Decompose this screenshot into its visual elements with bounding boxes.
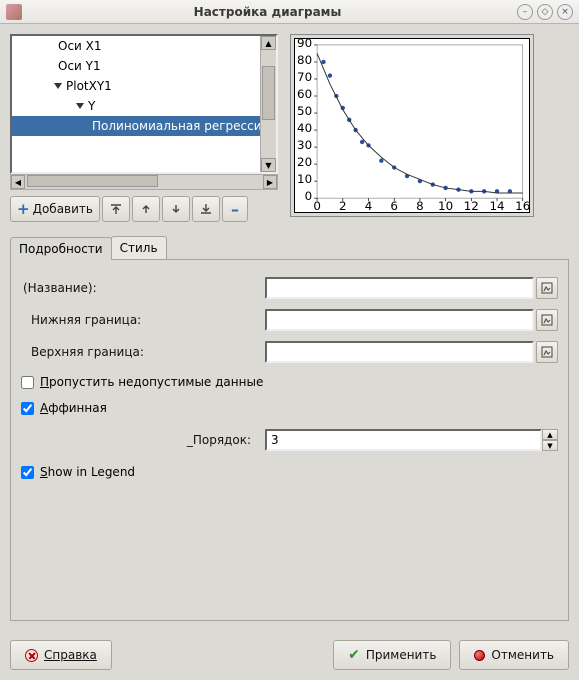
picker-icon (541, 346, 553, 358)
svg-text:6: 6 (390, 199, 398, 212)
tree-item[interactable]: Полиномиальная регрессия (12, 116, 260, 136)
arrow-up-icon (139, 202, 153, 216)
move-down-button[interactable] (162, 196, 190, 222)
tab-details[interactable]: Подробности (10, 237, 112, 260)
upper-picker-button[interactable] (536, 341, 558, 363)
upper-input[interactable] (265, 341, 534, 363)
svg-text:0: 0 (305, 189, 313, 203)
apply-button[interactable]: ✔ Применить (333, 640, 451, 670)
add-button-label: Добавить (33, 202, 93, 216)
tree-item-label: Оси X1 (58, 39, 102, 53)
app-icon (6, 4, 22, 20)
svg-text:0: 0 (313, 199, 321, 212)
order-value: 3 (271, 433, 279, 447)
tree-item-label: Y (88, 99, 95, 113)
arrow-top-icon (109, 202, 123, 216)
svg-text:10: 10 (438, 199, 453, 212)
scroll-down-icon[interactable]: ▼ (261, 158, 276, 172)
arrow-down-icon (169, 202, 183, 216)
tab-style[interactable]: Стиль (111, 236, 167, 259)
cancel-button[interactable]: Отменить (459, 640, 569, 670)
show-legend-label: Show in Legend (40, 465, 135, 479)
lower-input[interactable] (265, 309, 534, 331)
svg-text:60: 60 (297, 87, 312, 101)
picker-icon (541, 314, 553, 326)
lower-label: Нижняя граница: (21, 313, 265, 327)
chart-preview: 02468101214160102030405060708090 (290, 34, 534, 217)
cancel-button-label: Отменить (491, 648, 554, 662)
svg-text:30: 30 (297, 138, 312, 152)
minimize-icon[interactable]: – (517, 4, 533, 20)
tree-item[interactable]: Оси X1 (12, 36, 260, 56)
tree-item-label: Полиномиальная регрессия (92, 119, 260, 133)
svg-text:8: 8 (416, 199, 424, 212)
tree-item-label: Оси Y1 (58, 59, 101, 73)
upper-label: Верхняя граница: (21, 345, 265, 359)
skip-invalid-label: Пропустить недопустимые данные (40, 375, 263, 389)
lower-picker-button[interactable] (536, 309, 558, 331)
tree-item[interactable]: Y (12, 96, 260, 116)
tree-item[interactable]: Оси Y1 (12, 56, 260, 76)
help-button-label: Справка (44, 648, 97, 662)
arrow-bottom-icon (199, 202, 213, 216)
minus-icon: – (231, 200, 239, 219)
expander-icon[interactable] (54, 83, 62, 89)
skip-invalid-checkbox[interactable] (21, 376, 34, 389)
svg-text:4: 4 (365, 199, 373, 212)
window-title: Настройка диаграмы (22, 5, 513, 19)
help-button[interactable]: Справка (10, 640, 112, 670)
close-icon[interactable]: × (557, 4, 573, 20)
svg-text:10: 10 (297, 172, 312, 186)
svg-text:2: 2 (339, 199, 347, 212)
order-spinner[interactable]: 3 (265, 429, 542, 451)
tree-item-label: PlotXY1 (66, 79, 112, 93)
order-label: _Порядок: (21, 433, 265, 447)
svg-text:20: 20 (297, 155, 312, 169)
tab-details-label: Подробности (19, 242, 103, 256)
svg-text:14: 14 (489, 199, 504, 212)
scroll-up-icon[interactable]: ▲ (261, 36, 276, 50)
stop-icon (474, 650, 485, 661)
help-icon (25, 649, 38, 662)
svg-text:12: 12 (464, 199, 479, 212)
scroll-thumb[interactable] (262, 66, 275, 120)
expander-icon[interactable] (76, 103, 84, 109)
tree-item[interactable]: PlotXY1 (12, 76, 260, 96)
maximize-icon[interactable]: ◇ (537, 4, 553, 20)
object-tree[interactable]: Оси X1 Оси Y1 PlotXY1 Y Полиномиальная регре… (10, 34, 278, 174)
plus-icon: + (17, 200, 30, 218)
name-label: (Название): (21, 281, 265, 295)
svg-text:50: 50 (297, 104, 312, 118)
svg-text:70: 70 (297, 70, 312, 84)
scroll-left-icon[interactable]: ◀ (11, 175, 25, 189)
scroll-right-icon[interactable]: ▶ (263, 175, 277, 189)
name-picker-button[interactable] (536, 277, 558, 299)
svg-text:16: 16 (515, 199, 529, 212)
tree-vscrollbar[interactable]: ▲ ▼ (260, 36, 276, 172)
move-top-button[interactable] (102, 196, 130, 222)
svg-text:40: 40 (297, 121, 312, 135)
add-button[interactable]: + Добавить (10, 196, 100, 222)
scroll-hthumb[interactable] (27, 175, 158, 187)
move-up-button[interactable] (132, 196, 160, 222)
svg-text:90: 90 (297, 39, 312, 50)
svg-text:80: 80 (297, 53, 312, 67)
affine-label: Аффинная (40, 401, 107, 415)
spin-down-icon[interactable]: ▼ (542, 440, 558, 451)
tab-style-label: Стиль (120, 241, 158, 255)
name-input[interactable] (265, 277, 534, 299)
show-legend-checkbox[interactable] (21, 466, 34, 479)
affine-checkbox[interactable] (21, 402, 34, 415)
tree-hscrollbar[interactable]: ◀ ▶ (10, 174, 278, 190)
check-icon: ✔ (348, 647, 360, 663)
spin-up-icon[interactable]: ▲ (542, 429, 558, 440)
remove-button[interactable]: – (222, 196, 248, 222)
move-bottom-button[interactable] (192, 196, 220, 222)
picker-icon (541, 282, 553, 294)
apply-button-label: Применить (366, 648, 437, 662)
